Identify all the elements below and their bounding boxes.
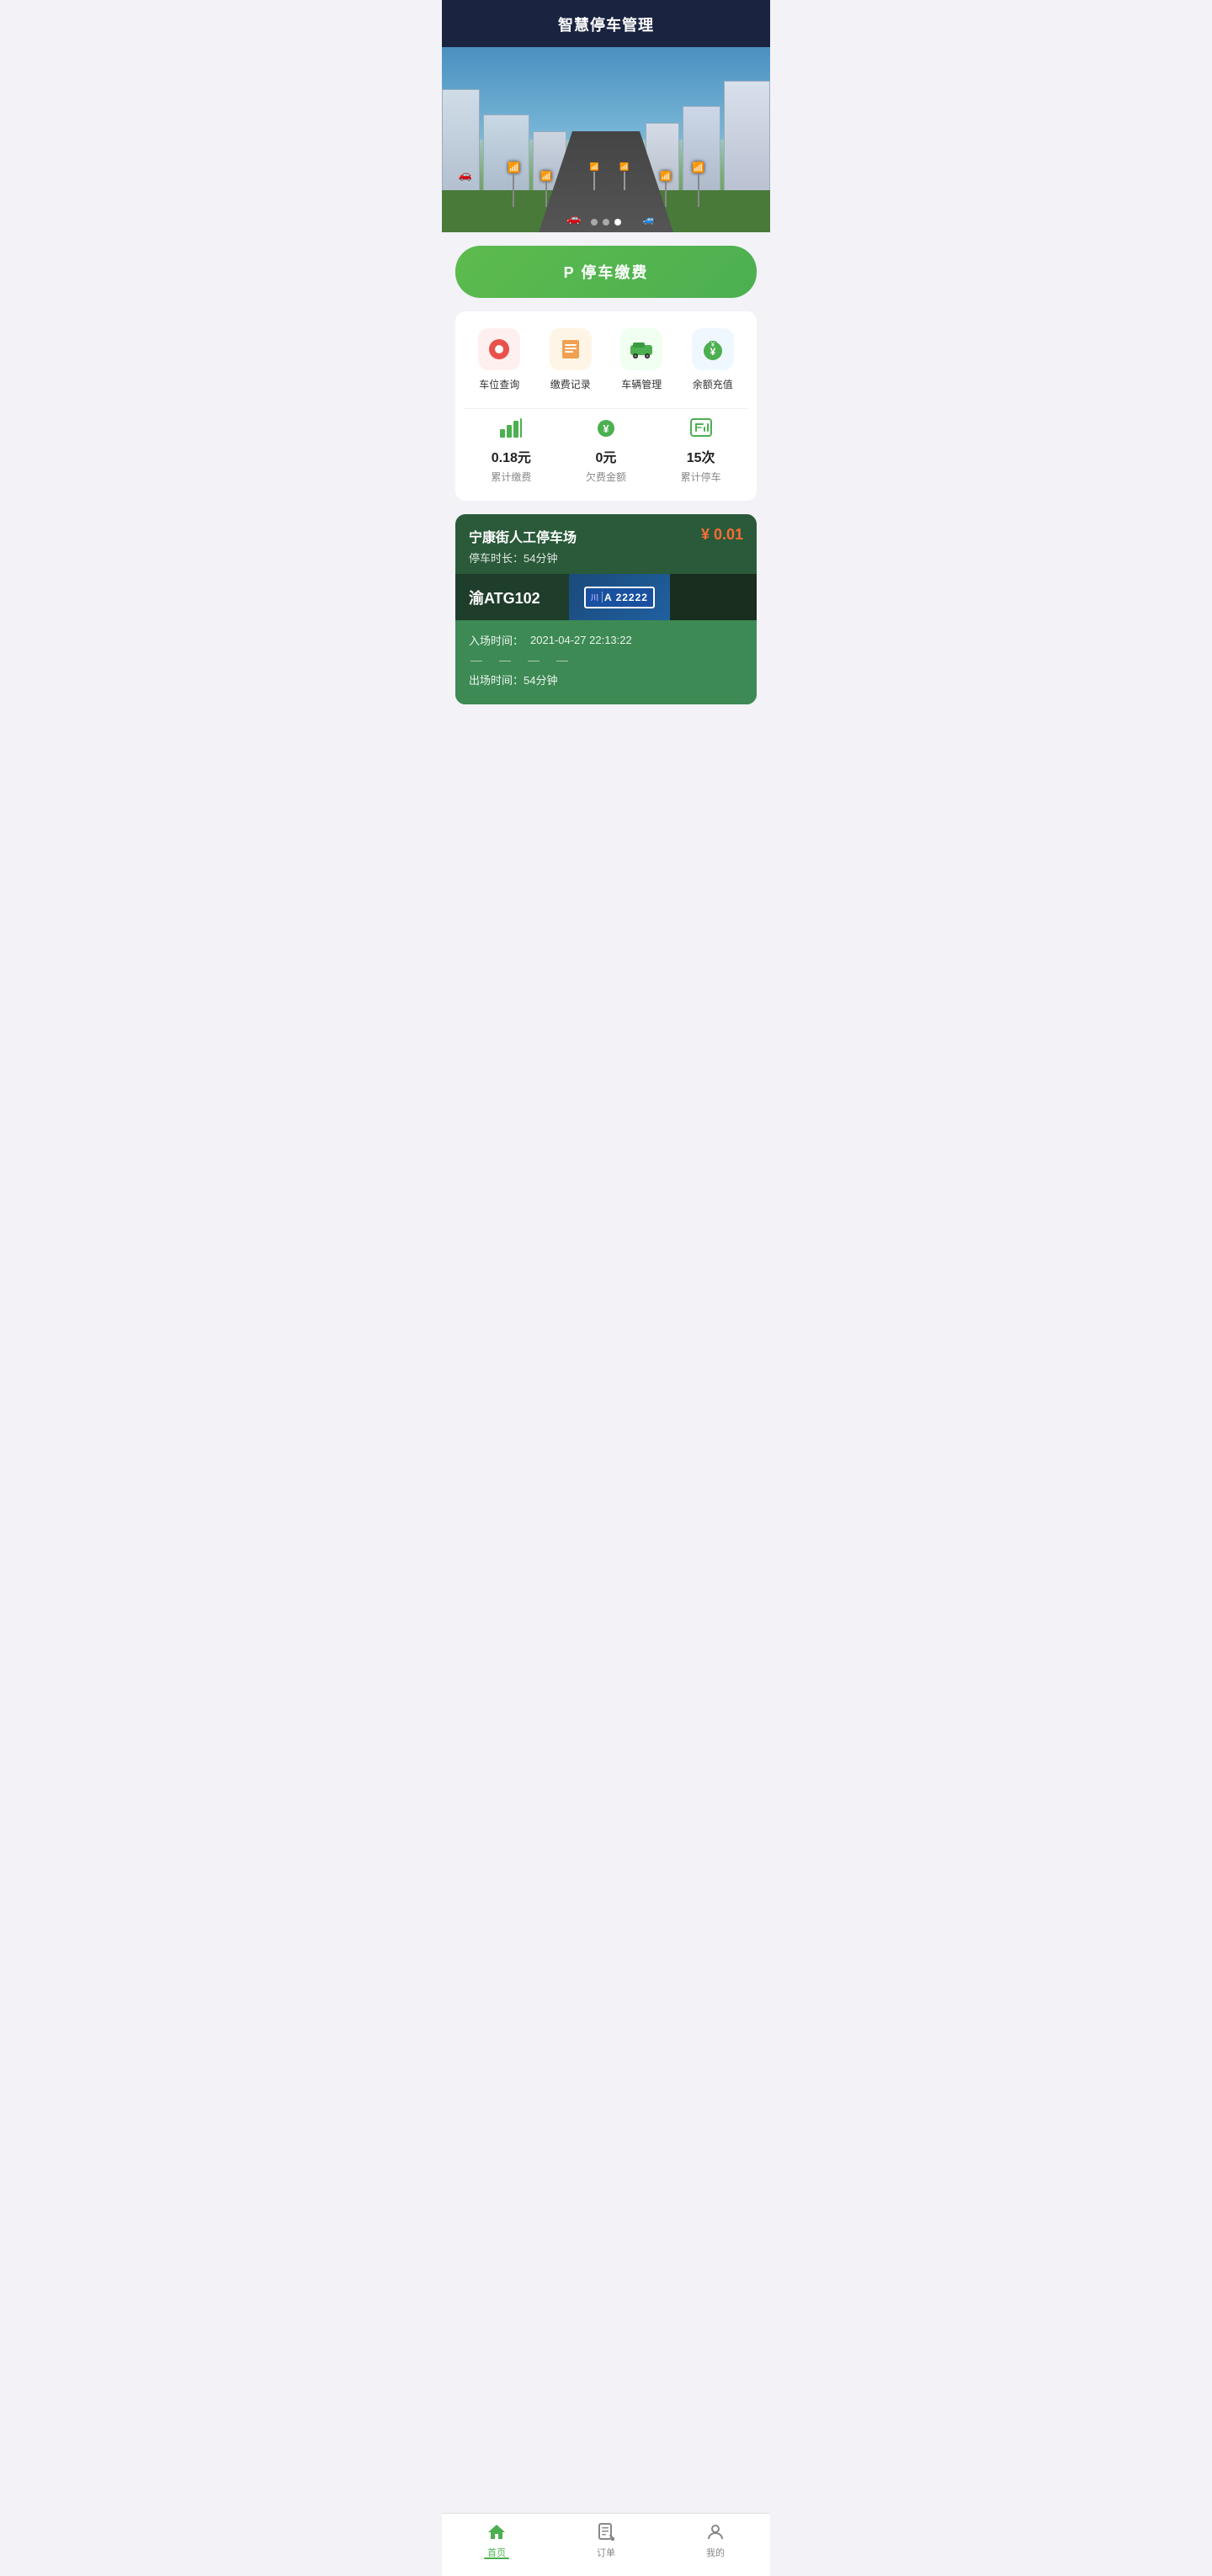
wifi-pole-1: 📶 [508,162,520,207]
pay-button[interactable]: P 停车缴费 [455,246,757,298]
app-header: 智慧停车管理 [442,0,770,47]
wifi-pole-2: 📶 [540,171,552,207]
home-icon [486,2522,507,2542]
hero-banner: 📶 📶 📶 📶 📶 📶 🚗 🚙 🚗 [442,47,770,232]
nav-profile-label: 我的 [706,2546,725,2559]
owed-fee-icon: ¥ [594,417,618,443]
payment-record-icon [550,328,592,370]
owed-fee-value: 0元 [596,446,617,466]
parking-card-header: 宁康街人工停车场 停车时长：54分钟 ¥ 0.01 [455,514,757,574]
vehicle-mgmt-label: 车辆管理 [621,377,662,391]
time-dashes: ———— [470,653,743,667]
dot-3 [614,219,621,226]
parking-card: 宁康街人工停车场 停车时长：54分钟 ¥ 0.01 渝ATG102 川 A 22… [455,514,757,704]
entry-time-value: 2021-04-27 22:13:22 [530,634,632,646]
balance-recharge-icon: ¥ ¥ [692,328,734,370]
owed-fee-stat: ¥ 0元 欠费金额 [586,417,626,484]
dot-2 [603,219,609,226]
plate-image-right [670,574,757,620]
parking-query-icon [478,328,520,370]
plate-image: 川 A 22222 [569,574,670,620]
stats-row: 0.18元 累计缴费 ¥ 0元 欠费金额 [464,408,748,484]
total-park-stat: 15次 累计停车 [681,417,721,484]
nav-profile[interactable]: 我的 [661,2522,770,2559]
menu-row: 车位查询 缴费记录 [464,328,748,391]
plate-image-text: A 22222 [604,592,648,603]
total-park-value: 15次 [687,446,715,466]
total-fee-icon [499,417,523,443]
exit-time-label: 出场时间：54分钟 [469,672,557,688]
plate-row: 渝ATG102 川 A 22222 [455,574,757,620]
entry-time-label: 入场时间： [469,632,524,648]
plate-number: 渝ATG102 [455,574,569,620]
payment-record-label: 缴费记录 [550,377,591,391]
total-park-icon [689,417,713,443]
svg-text:¥: ¥ [603,422,609,435]
wifi-pole-3: 📶 [692,162,704,207]
balance-recharge-label: 余额充值 [693,377,733,391]
payment-record-item[interactable]: 缴费记录 [550,328,592,391]
car-far-left: 🚗 [459,168,472,182]
vehicle-mgmt-icon [620,328,662,370]
parking-query-label: 车位查询 [479,377,519,391]
nav-orders[interactable]: 订单 [551,2522,661,2559]
exit-time-row: 出场时间：54分钟 [469,672,743,688]
total-fee-label: 累计缴费 [491,470,531,484]
total-park-label: 累计停车 [681,470,721,484]
owed-fee-label: 欠费金额 [586,470,626,484]
app-title: 智慧停车管理 [558,17,654,34]
profile-icon [705,2522,726,2542]
banner-dots [591,219,621,226]
parking-price: ¥ 0.01 [701,526,743,544]
vehicle-mgmt-item[interactable]: 车辆管理 [620,328,662,391]
parking-duration: 停车时长：54分钟 [469,550,577,566]
total-fee-value: 0.18元 [492,446,531,466]
nav-orders-label: 订单 [597,2546,615,2559]
orders-icon [596,2522,616,2542]
dot-1 [591,219,598,226]
parking-lot-name: 宁康街人工停车场 [469,526,577,546]
parking-query-item[interactable]: 车位查询 [478,328,520,391]
balance-recharge-item[interactable]: ¥ ¥ 余额充值 [692,328,734,391]
menu-card: 车位查询 缴费记录 [455,311,757,501]
bottom-nav: 首页 订单 我的 [442,2513,770,2576]
wifi-pole-center-1: 📶 [590,162,599,190]
parking-footer: 入场时间： 2021-04-27 22:13:22 ———— 出场时间：54分钟 [455,620,757,704]
svg-text:¥: ¥ [710,341,715,348]
wifi-pole-center-2: 📶 [619,162,629,190]
nav-home[interactable]: 首页 [442,2522,551,2559]
car-left: 🚗 [566,211,581,226]
wifi-pole-4: 📶 [660,171,672,207]
car-right: 🚙 [643,214,656,226]
entry-time-row: 入场时间： 2021-04-27 22:13:22 [469,632,743,648]
total-fee-stat: 0.18元 累计缴费 [491,417,531,484]
